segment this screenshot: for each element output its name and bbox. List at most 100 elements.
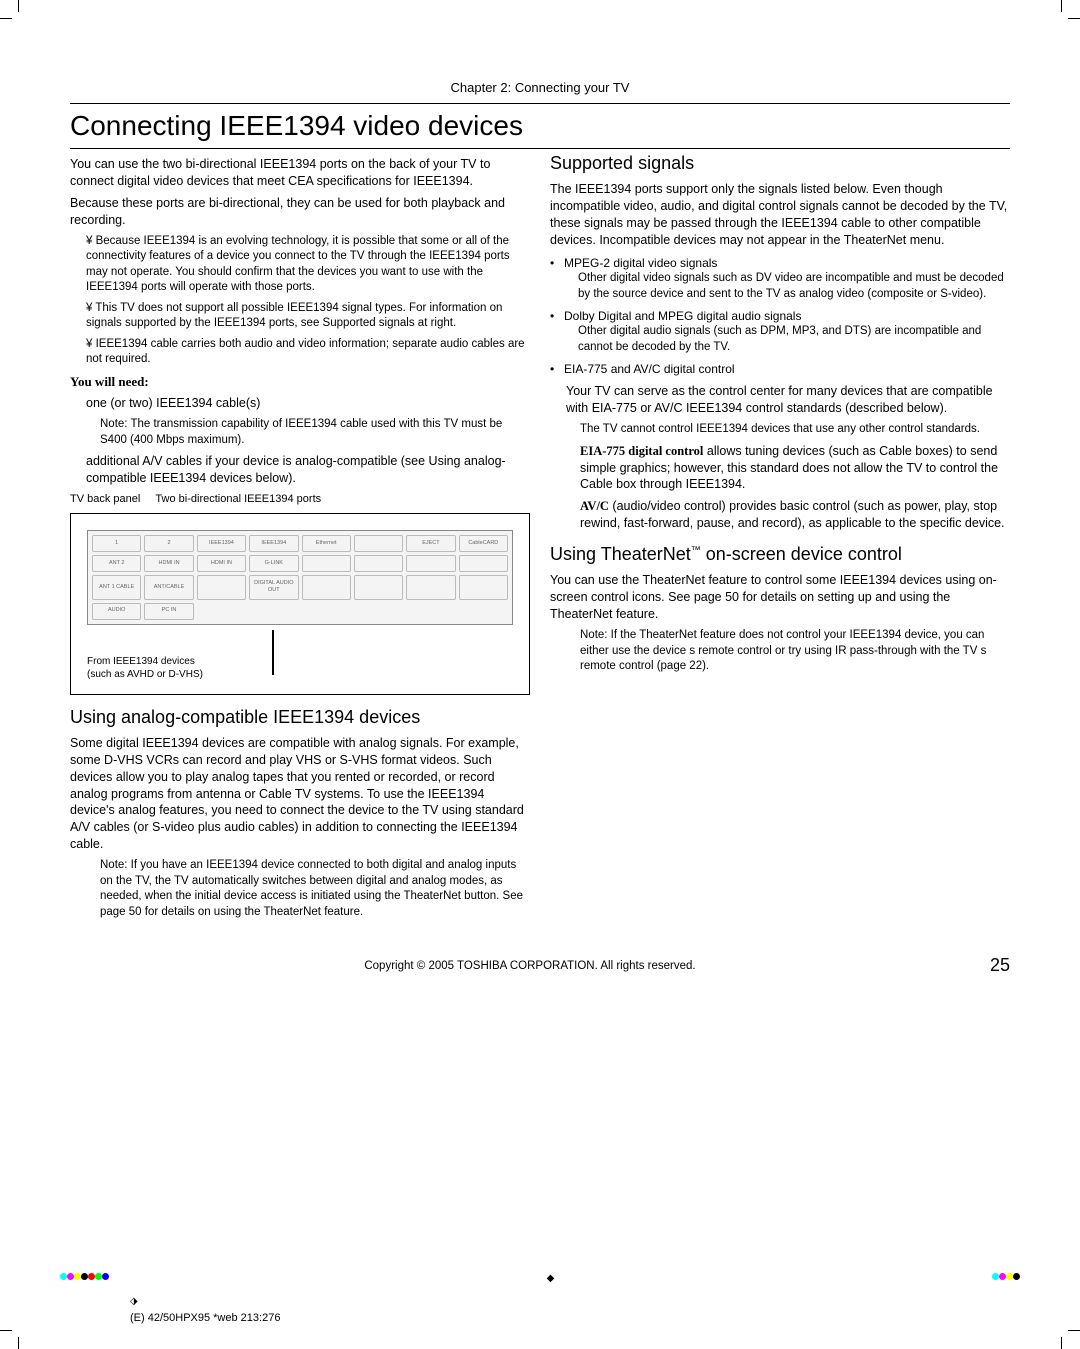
avc-p: AV/C (audio/video control) provides basi… <box>580 498 1010 532</box>
port-hdmi2: HDMI IN <box>197 555 246 572</box>
port-empty5 <box>459 555 508 572</box>
cable-line <box>272 630 274 675</box>
need-cable-note: Note: The transmission capability of IEE… <box>100 417 530 448</box>
theaternet-p: You can use the TheaterNet feature to co… <box>550 572 1010 623</box>
analog-paragraph: Some digital IEEE1394 devices are compat… <box>70 735 530 853</box>
sig-eia: EIA-775 and AV/C digital control <box>550 361 1010 377</box>
print-slug-row: ◆ <box>0 1273 1080 1284</box>
theaternet-heading-a: Using TheaterNet <box>550 544 691 564</box>
reg-dot-black <box>81 1273 88 1280</box>
reg-dot-green <box>95 1273 102 1280</box>
right-column: Supported signals The IEEE1394 ports sup… <box>550 151 1010 925</box>
port-empty2 <box>302 555 351 572</box>
sig-dolby-label: Dolby Digital and MPEG digital audio sig… <box>564 309 801 323</box>
port-audio: AUDIO <box>92 603 141 620</box>
port-empty7 <box>302 575 351 600</box>
rule-top <box>70 103 1010 104</box>
sig-dolby: Dolby Digital and MPEG digital audio sig… <box>550 308 1010 355</box>
port-pcin: PC IN <box>144 603 193 620</box>
tm-mark: ™ <box>691 545 701 556</box>
control-note: The TV cannot control IEEE1394 devices t… <box>580 422 1010 438</box>
intro-p1: You can use the two bi-directional IEEE1… <box>70 156 530 190</box>
slug-text: (E) 42/50HPX95 *web 213:276 <box>130 1312 280 1324</box>
reg-dot-black-r <box>1013 1273 1020 1280</box>
you-will-need-heading: You will need: <box>70 373 530 391</box>
analog-note: Note: If you have an IEEE1394 device con… <box>100 858 530 920</box>
port-empty6 <box>197 575 246 600</box>
port-cablecard: CableCARD <box>459 535 508 552</box>
port-ieee1: IEEE1394 <box>197 535 246 552</box>
eia775-p: EIA-775 digital control allows tuning de… <box>580 443 1010 494</box>
reg-marks-right <box>992 1273 1020 1284</box>
avc-label: AV/C <box>580 499 609 513</box>
chapter-label: Chapter 2: Connecting your TV <box>70 80 1010 95</box>
support-note: ¥ This TV does not support all possible … <box>86 301 530 332</box>
tv-back-panel-label: TV back panel <box>70 493 140 505</box>
two-column-layout: You can use the two bi-directional IEEE1… <box>70 151 1010 925</box>
port-empty4 <box>406 555 455 572</box>
page: Chapter 2: Connecting your TV Connecting… <box>0 0 1080 1006</box>
reg-dot-cyan <box>60 1273 67 1280</box>
port-hdmi1: HDMI IN <box>144 555 193 572</box>
supported-heading: Supported signals <box>550 151 1010 175</box>
port-digaudio: DIGITAL AUDIO OUT <box>249 575 298 600</box>
cable-note-text: IEEE1394 cable carries both audio and vi… <box>86 338 525 366</box>
theaternet-heading-b: on-screen device control <box>701 544 902 564</box>
cable-note: ¥ IEEE1394 cable carries both audio and … <box>86 337 530 368</box>
sig-mpeg2-label: MPEG-2 digital video signals <box>564 256 717 270</box>
port-eth: Ethernet <box>302 535 351 552</box>
panel-labels: TV back panel Two bi-directional IEEE139… <box>70 492 530 507</box>
reg-dot-magenta-r <box>999 1273 1006 1280</box>
port-ieee2: IEEE1394 <box>249 535 298 552</box>
intro-p2: Because these ports are bi-directional, … <box>70 195 530 229</box>
reg-marks-left <box>60 1273 109 1284</box>
rule-under-title <box>70 148 1010 149</box>
reg-center-mark: ◆ <box>547 1273 555 1284</box>
avc-text: (audio/video control) provides basic con… <box>580 499 1005 530</box>
port-empty8 <box>354 575 403 600</box>
from-devices-label: From IEEE1394 devices (such as AVHD or D… <box>87 655 203 682</box>
port-1: 1 <box>92 535 141 552</box>
theaternet-heading: Using TheaterNet™ on-screen device contr… <box>550 542 1010 566</box>
left-column: You can use the two bi-directional IEEE1… <box>70 151 530 925</box>
page-title: Connecting IEEE1394 video devices <box>70 110 1010 142</box>
port-ant1: ANT 1 CABLE <box>92 575 141 600</box>
reg-icon: ⬗ <box>130 1296 138 1307</box>
port-empty3 <box>354 555 403 572</box>
ieee-ports-label: Two bi-directional IEEE1394 ports <box>155 493 321 505</box>
reg-dot-blue <box>102 1273 109 1280</box>
sig-mpeg2: MPEG-2 digital video signals Other digit… <box>550 255 1010 302</box>
tv-back-ports: 1 2 IEEE1394 IEEE1394 Ethernet EJECT Cab… <box>87 530 513 625</box>
analog-heading: Using analog-compatible IEEE1394 devices <box>70 705 530 729</box>
supported-intro: The IEEE1394 ports support only the sign… <box>550 181 1010 249</box>
evolving-note: ¥ Because IEEE1394 is an evolving techno… <box>86 234 530 296</box>
eia775-label: EIA-775 digital control <box>580 444 703 458</box>
reg-dot-cyan-r <box>992 1273 999 1280</box>
need-av: additional A/V cables if your device is … <box>86 453 530 487</box>
port-eject: EJECT <box>406 535 455 552</box>
sig-eia-label: EIA-775 and AV/C digital control <box>564 362 735 376</box>
port-empty10 <box>459 575 508 600</box>
theaternet-note: Note: If the TheaterNet feature does not… <box>580 628 1010 675</box>
port-2: 2 <box>144 535 193 552</box>
support-note-text: This TV does not support all possible IE… <box>86 302 502 330</box>
port-glink: G-LINK <box>249 555 298 572</box>
evolving-note-text: Because IEEE1394 is an evolving technolo… <box>86 235 510 294</box>
port-ant2: ANT 2 <box>92 555 141 572</box>
port-empty9 <box>406 575 455 600</box>
page-number: 25 <box>990 955 1010 976</box>
need-cable: one (or two) IEEE1394 cable(s) <box>86 395 530 412</box>
sig-dolby-desc: Other digital audio signals (such as DPM… <box>578 324 1010 355</box>
control-center-p: Your TV can serve as the control center … <box>566 383 1010 417</box>
footer: Copyright © 2005 TOSHIBA CORPORATION. Al… <box>70 955 1010 976</box>
port-antcable: ANT/CABLE <box>144 575 193 600</box>
reg-dot-yellow-r <box>1006 1273 1013 1280</box>
sig-mpeg2-desc: Other digital video signals such as DV v… <box>578 271 1010 302</box>
tv-back-panel-figure: 1 2 IEEE1394 IEEE1394 Ethernet EJECT Cab… <box>70 513 530 695</box>
reg-dot-magenta <box>67 1273 74 1280</box>
supported-list: MPEG-2 digital video signals Other digit… <box>550 255 1010 378</box>
copyright: Copyright © 2005 TOSHIBA CORPORATION. Al… <box>364 960 695 972</box>
reg-dot-red <box>88 1273 95 1280</box>
reg-dot-yellow <box>74 1273 81 1280</box>
port-empty1 <box>354 535 403 552</box>
